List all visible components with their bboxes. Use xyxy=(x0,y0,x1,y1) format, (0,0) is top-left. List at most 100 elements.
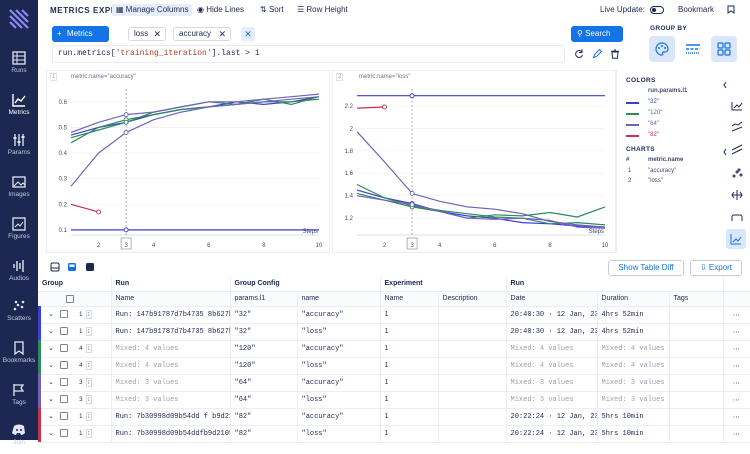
focus-point[interactable] xyxy=(409,202,415,208)
close-icon[interactable]: ✕ xyxy=(218,28,226,40)
legend-label[interactable]: "82" xyxy=(648,132,659,138)
table-size-icons[interactable] xyxy=(50,262,98,272)
run-name-cell[interactable]: Run: 7b30998d09b54ddfb9d2105d xyxy=(111,425,231,443)
more-icon[interactable]: ⁝ xyxy=(85,361,92,370)
table-row[interactable]: ⌄ 3 ⁝ Mixed: 3 values "64" "loss" 1 Mixed: 3 v… xyxy=(38,391,750,409)
chevron-down-icon[interactable]: ⌄ xyxy=(48,345,54,352)
table-row[interactable]: ⌄ 4 ⁝ Mixed: 4 values "120" "loss" 1 Mixed: 4 … xyxy=(38,357,750,375)
query-input[interactable]: run.metrics['training_iteration'].last >… xyxy=(52,45,565,63)
col-metric-name[interactable]: name xyxy=(297,291,381,307)
more-icon[interactable]: ⁝ xyxy=(85,429,92,438)
legend-label[interactable]: "64" xyxy=(648,121,659,127)
series-line[interactable] xyxy=(356,192,606,219)
focus-point[interactable] xyxy=(123,112,129,118)
chevron-down-icon[interactable]: ⌄ xyxy=(48,430,54,437)
chart-item-name[interactable]: "accuracy" xyxy=(648,168,676,174)
row-actions-cell[interactable]: ⋯ xyxy=(723,425,750,443)
experiment-cell[interactable]: 1 xyxy=(380,323,439,341)
chevron-down-icon[interactable]: ⌄ xyxy=(48,311,54,318)
run-name-cell[interactable]: Run: 7b30998d09b54dd f b9d2105d xyxy=(111,408,231,426)
legend-label[interactable]: "120" xyxy=(648,110,662,116)
row-actions-cell[interactable]: ⋯ xyxy=(723,323,750,341)
chevron-down-icon[interactable]: ⌄ xyxy=(48,362,54,369)
tags-cell[interactable] xyxy=(669,306,724,324)
chevron-down-icon[interactable]: ⌄ xyxy=(48,396,54,403)
series-line[interactable] xyxy=(70,96,320,187)
series-line[interactable] xyxy=(70,203,99,213)
row-checkbox[interactable] xyxy=(59,327,68,336)
col-tags[interactable]: Tags xyxy=(669,291,724,307)
row-checkbox[interactable] xyxy=(59,412,68,421)
series-line[interactable] xyxy=(356,131,606,228)
row-checkbox[interactable] xyxy=(59,310,68,319)
chart-panel-loss[interactable]: 2 metric.name="loss" 2.2 2 1.8 1.6 1.4 1.2 2 3 4… xyxy=(332,70,616,253)
live-update-toggle[interactable] xyxy=(650,6,664,14)
more-icon[interactable]: ⁝ xyxy=(85,344,92,353)
export-button[interactable]: ⇩ Export xyxy=(690,260,742,276)
col-duration[interactable]: Duration xyxy=(597,291,670,307)
chart-panel-accuracy[interactable]: 1 metric.name="accuracy" 0.6 0.5 0.4 0.3 0.2… xyxy=(46,70,330,253)
series-line[interactable] xyxy=(70,98,320,144)
tags-cell[interactable] xyxy=(669,374,724,392)
close-icon[interactable]: ✕ xyxy=(153,28,161,40)
tags-cell[interactable] xyxy=(669,391,724,409)
row-actions-cell[interactable]: ⋯ xyxy=(723,340,750,358)
table-row[interactable]: ⌄ 1⁝Run: 7b30998d09b54dd f b9d2105d"82""… xyxy=(38,408,750,426)
tags-cell[interactable] xyxy=(669,425,724,443)
table-row[interactable]: ⌄ 1 ⁝ Run: 7b30998d09b54ddfb9d2105d "82" "lo… xyxy=(38,425,750,443)
table-row[interactable]: ⌄ 1 ⁝ Run: 147b91787d7b4735 8b627b3d "32" "a… xyxy=(38,306,750,324)
experiment-cell[interactable]: 1 xyxy=(380,408,439,426)
accuracy-chart[interactable]: 0.60.50.40.30.20.12 3 4 6 8 10Steps xyxy=(47,71,331,254)
table-row[interactable]: ⌄ 3 ⁝ Mixed: 3 values "64" "accuracy" 1 Mixed:… xyxy=(38,374,750,392)
sidebar-item-runs[interactable]: Runs xyxy=(0,46,38,82)
sidebar-item-images[interactable]: Images xyxy=(0,170,38,206)
row-actions-cell[interactable]: ⋯ xyxy=(723,374,750,392)
more-icon[interactable]: ⁝ xyxy=(85,395,92,404)
show-table-diff-button[interactable]: Show Table Diff xyxy=(608,260,684,276)
run-name-cell[interactable]: Mixed: 3 values xyxy=(111,374,231,392)
more-icon[interactable]: ⁝ xyxy=(85,378,92,387)
sort-button[interactable]: ⇅ Sort xyxy=(260,4,284,16)
focus-point[interactable] xyxy=(409,93,415,99)
experiment-cell[interactable]: 1 xyxy=(380,357,439,375)
focus-point[interactable] xyxy=(123,227,129,233)
col-run-name[interactable]: Name xyxy=(111,291,231,307)
focus-point[interactable] xyxy=(96,209,102,215)
search-button[interactable]: ⚲ Search xyxy=(571,26,623,42)
chevron-down-icon[interactable]: ⌄ xyxy=(48,379,54,386)
sidebar-item-scatters[interactable]: Scatters xyxy=(0,294,38,330)
aim-logo-icon[interactable] xyxy=(8,8,30,30)
chevron-down-icon[interactable]: ⌄ xyxy=(48,328,54,335)
row-checkbox[interactable] xyxy=(59,361,68,370)
chip-loss[interactable]: loss ✕ xyxy=(128,27,166,41)
row-height-button[interactable]: ☰ Row Height xyxy=(297,4,348,16)
hide-lines-button[interactable]: ◉ Hide Lines xyxy=(197,4,244,16)
trash-icon[interactable] xyxy=(610,49,620,59)
group-by-stroke-button[interactable] xyxy=(680,36,706,62)
sidebar-item-figures[interactable]: Figures xyxy=(0,212,38,248)
clear-chips-button[interactable]: ✕ xyxy=(241,27,255,41)
series-line[interactable] xyxy=(356,106,385,109)
loss-chart[interactable]: 2.2 2 1.8 1.6 1.4 1.2 2 3 4 6 8 10 Steps xyxy=(333,71,617,254)
manage-columns-button[interactable]: ▦ Manage Columns xyxy=(112,4,193,16)
table-row[interactable]: ⌄ 4 ⁝ Mixed: 4 values "120" "accuracy" 1 Mixed… xyxy=(38,340,750,358)
chart-item-name[interactable]: "loss" xyxy=(648,178,663,184)
row-actions-cell[interactable]: ⋯ xyxy=(723,306,750,324)
select-all-checkbox[interactable] xyxy=(66,294,74,303)
col-experiment-name[interactable]: Name xyxy=(380,291,439,307)
focus-point[interactable] xyxy=(123,130,129,135)
legend-label[interactable]: "32" xyxy=(648,99,659,105)
group-by-chart-button[interactable] xyxy=(711,36,737,62)
run-name-cell[interactable]: Run: 147b91787d7b4735 8b627b3d xyxy=(111,306,231,324)
tags-cell[interactable] xyxy=(669,357,724,375)
sidebar-item-tags[interactable]: Tags xyxy=(0,378,38,414)
chevron-down-icon[interactable]: ⌄ xyxy=(48,413,54,420)
experiment-cell[interactable]: 1 xyxy=(380,340,439,358)
run-name-cell[interactable]: Mixed: 4 values xyxy=(111,340,231,358)
tags-cell[interactable] xyxy=(669,408,724,426)
more-icon[interactable]: ⁝ xyxy=(85,310,92,319)
refresh-icon[interactable] xyxy=(574,49,584,59)
tags-cell[interactable] xyxy=(669,340,724,358)
row-checkbox[interactable] xyxy=(59,395,68,404)
row-checkbox[interactable] xyxy=(59,429,68,438)
